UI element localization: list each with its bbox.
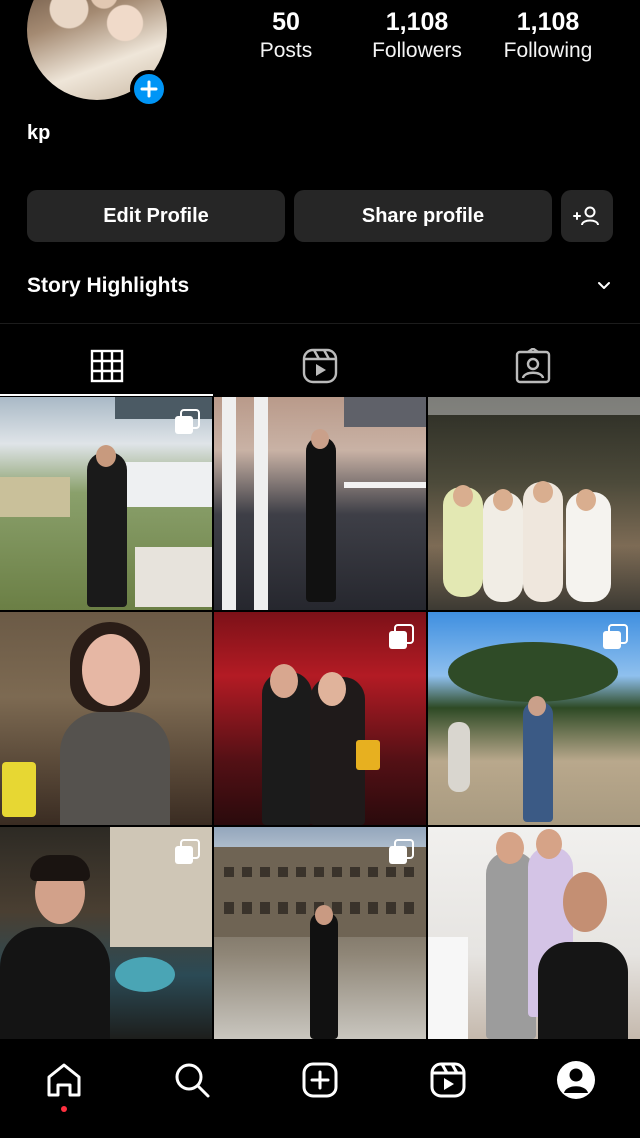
carousel-icon bbox=[389, 839, 414, 864]
home-icon bbox=[47, 1063, 81, 1097]
following-label: Following bbox=[503, 39, 593, 62]
share-profile-button[interactable]: Share profile bbox=[294, 190, 552, 242]
post-thumbnail[interactable] bbox=[0, 612, 212, 825]
create-icon bbox=[302, 1062, 338, 1098]
posts-stat[interactable]: 50 Posts bbox=[238, 8, 334, 66]
nav-create[interactable] bbox=[298, 1058, 342, 1102]
posts-grid bbox=[0, 397, 640, 1039]
tab-tagged[interactable] bbox=[426, 338, 639, 394]
carousel-icon bbox=[603, 624, 628, 649]
carousel-icon bbox=[175, 839, 200, 864]
nav-profile[interactable] bbox=[554, 1058, 598, 1102]
followers-count: 1,108 bbox=[385, 8, 449, 36]
profile-username: kp bbox=[27, 122, 51, 144]
carousel-icon bbox=[389, 624, 414, 649]
reels-icon bbox=[430, 1062, 466, 1098]
reels-icon bbox=[302, 348, 337, 384]
following-stat[interactable]: 1,108 Following bbox=[494, 8, 602, 66]
post-thumbnail[interactable] bbox=[428, 827, 640, 1039]
post-thumbnail[interactable] bbox=[0, 397, 212, 610]
tab-grid[interactable] bbox=[0, 338, 213, 394]
chevron-down-icon[interactable] bbox=[596, 280, 612, 292]
edit-profile-button[interactable]: Edit Profile bbox=[27, 190, 285, 242]
discover-people-button[interactable] bbox=[561, 190, 613, 242]
posts-count: 50 bbox=[272, 8, 300, 36]
nav-reels[interactable] bbox=[426, 1058, 470, 1102]
post-thumbnail[interactable] bbox=[214, 827, 426, 1039]
bottom-navigation bbox=[0, 1040, 640, 1138]
grid-icon bbox=[90, 349, 123, 383]
tab-reels[interactable] bbox=[213, 338, 426, 394]
search-icon bbox=[175, 1063, 210, 1098]
add-story-button[interactable] bbox=[130, 70, 168, 108]
profile-avatar-wrap[interactable] bbox=[27, 0, 168, 108]
notification-dot bbox=[61, 1106, 67, 1112]
following-count: 1,108 bbox=[516, 8, 580, 36]
profile-icon bbox=[557, 1061, 595, 1099]
posts-label: Posts bbox=[259, 39, 313, 62]
followers-stat[interactable]: 1,108 Followers bbox=[362, 8, 472, 66]
carousel-icon bbox=[175, 409, 200, 434]
post-thumbnail[interactable] bbox=[214, 397, 426, 610]
post-thumbnail[interactable] bbox=[428, 612, 640, 825]
followers-label: Followers bbox=[372, 39, 462, 62]
divider bbox=[0, 323, 640, 324]
active-tab-indicator bbox=[0, 394, 213, 396]
story-highlights-label[interactable]: Story Highlights bbox=[27, 274, 189, 298]
post-thumbnail[interactable] bbox=[428, 397, 640, 610]
post-thumbnail[interactable] bbox=[0, 827, 212, 1039]
nav-search[interactable] bbox=[170, 1058, 214, 1102]
post-thumbnail[interactable] bbox=[214, 612, 426, 825]
plus-icon bbox=[140, 80, 158, 98]
nav-home[interactable] bbox=[42, 1058, 86, 1102]
add-person-icon bbox=[573, 206, 599, 226]
tagged-icon bbox=[515, 348, 550, 384]
